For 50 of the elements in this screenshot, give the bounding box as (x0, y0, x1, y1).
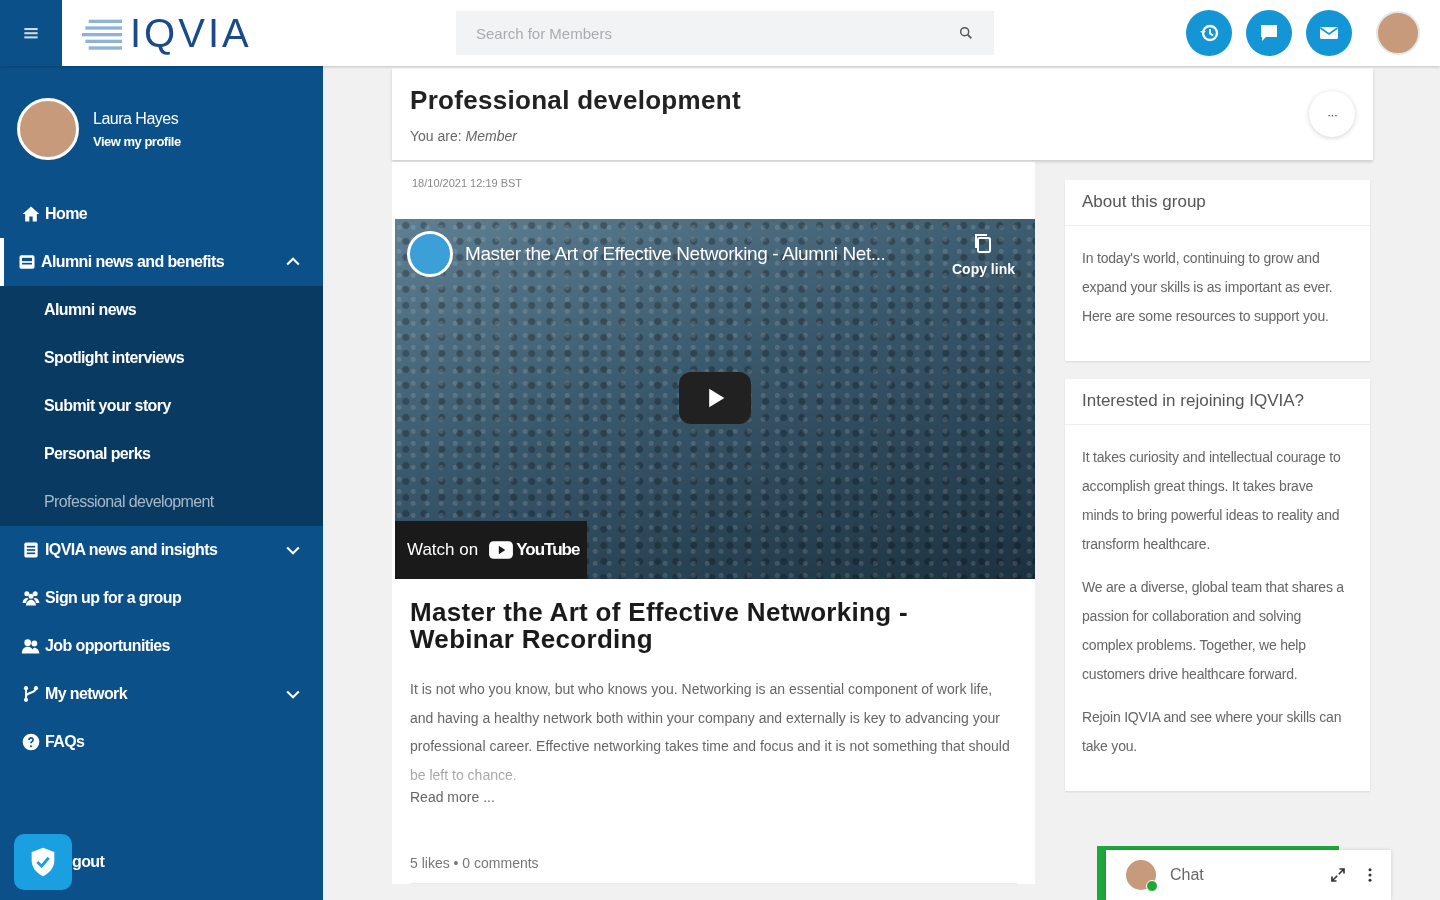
profile-name: Laura Hayes (93, 109, 180, 128)
document-icon (21, 540, 41, 560)
post-date: 18/10/2021 12:19 BST (411, 176, 524, 191)
search-icon (958, 25, 974, 41)
menu-button[interactable] (0, 0, 62, 66)
messages-button[interactable] (1246, 10, 1292, 56)
people-icon (21, 636, 41, 656)
nav-subitem[interactable]: Alumni news (0, 286, 323, 334)
card-title: Interested in rejoining IQVIA? (1065, 379, 1370, 425)
post-stats: 5 likes • 0 comments (409, 854, 540, 873)
video-title[interactable]: Master the Art of Effective Networking - Alumni Net... (465, 243, 940, 265)
play-button[interactable] (679, 372, 751, 424)
nav-subitem[interactable]: Submit your story (0, 382, 323, 430)
copy-link-button[interactable]: Copy link (952, 231, 1015, 277)
nav-item[interactable]: Sign up for a group (0, 574, 323, 622)
card-paragraph: It takes curiosity and intellectual courage to accomplish great things. It takes brave minds to bring powerful ideas to reality and transform healthcare. (1082, 448, 1342, 554)
group-title: Professional development (410, 84, 742, 116)
nav-subitem[interactable]: Personal perks (0, 430, 323, 478)
post-title[interactable]: Master the Art of Effective Networking - Webinar Recording (392, 579, 1035, 653)
nav-subitem[interactable]: Spotlight interviews (0, 334, 323, 382)
nav-subitem[interactable]: Professional development (0, 478, 323, 526)
card-paragraph: In today's world, continuing to grow and expand your skills is as important as ever. Here are some resources to support you. (1082, 249, 1334, 326)
mail-button[interactable] (1306, 10, 1352, 56)
chat-widget[interactable]: Chat (1106, 850, 1391, 900)
nav-item[interactable]: IQVIA news and insights (0, 526, 323, 574)
people-group-icon (21, 588, 41, 608)
card-paragraph: Rejoin IQVIA and see where your skills can take you. (1082, 708, 1343, 756)
nav-item[interactable]: My network (0, 670, 323, 718)
newspaper-icon (17, 252, 37, 272)
nav-item[interactable]: Home (0, 190, 323, 238)
profile-link[interactable]: View my profile (93, 133, 181, 149)
history-button[interactable] (1186, 10, 1232, 56)
help-icon (21, 732, 41, 752)
expand-icon[interactable] (1329, 866, 1347, 884)
post-excerpt: It is not who you know, but who knows you. Networking is an essential component of work life, and having a healthy network both within your company and externally is key to advancing your professional career. Effective networking takes time and focus and it is not something that should be left to chance. (409, 680, 1011, 785)
home-icon (21, 204, 41, 224)
channel-avatar[interactable] (407, 231, 453, 277)
card-paragraph: We are a diverse, global team that shares a passion for collaboration and solving complex problems. Together, we help customers drive healthcare forward. (1082, 578, 1345, 684)
logo: IQVIA (130, 10, 252, 56)
nav-item[interactable]: FAQs (0, 718, 323, 766)
card-title: About this group (1065, 180, 1370, 226)
read-more-link[interactable]: Read more ... (392, 789, 1035, 805)
more-options-button[interactable]: ··· (1309, 91, 1355, 137)
privacy-shield-button[interactable] (14, 834, 72, 890)
search-field[interactable]: Search for Members (456, 11, 994, 55)
branch-icon (21, 684, 41, 704)
logout-link[interactable]: gout (72, 853, 105, 871)
membership-role: You are: Member (410, 127, 519, 144)
watch-on-youtube-button[interactable]: Watch on YouTube (395, 521, 587, 579)
nav-item[interactable]: Job opportunities (0, 622, 323, 670)
